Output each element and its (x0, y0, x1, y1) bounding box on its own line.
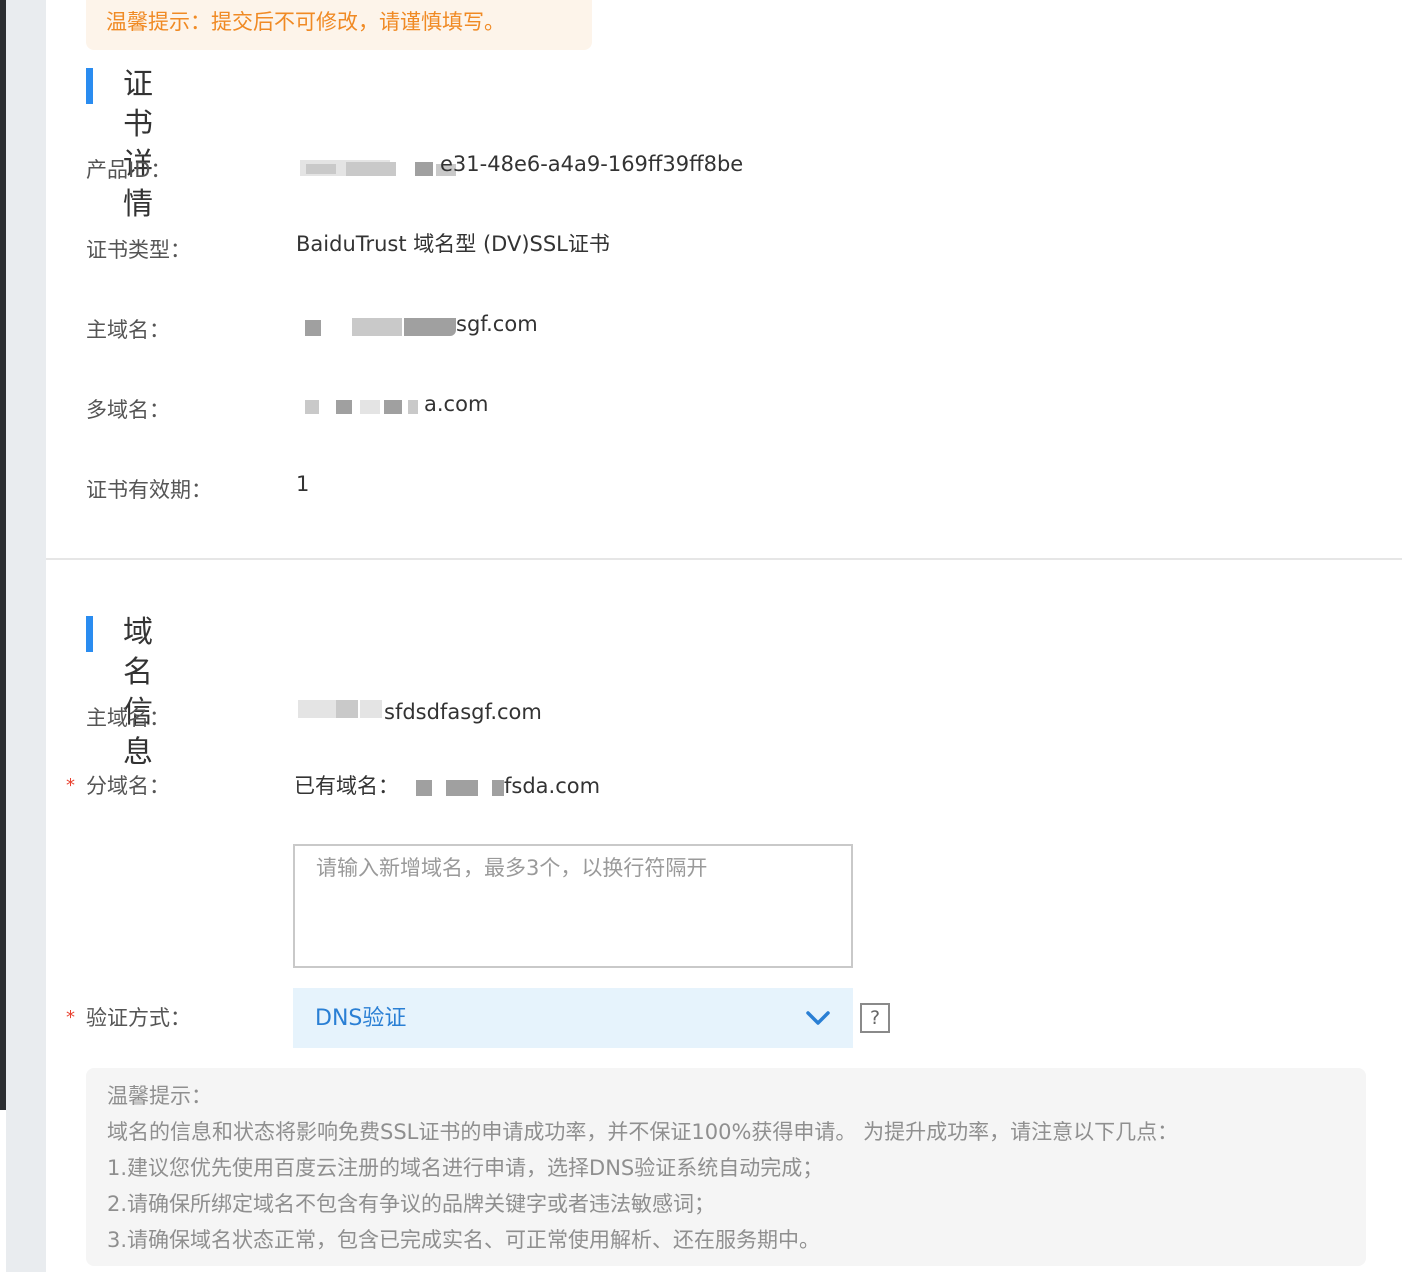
left-gutter (6, 0, 46, 1272)
product-id-value: e31-48e6-a4a9-169ff39ff8be (440, 152, 744, 176)
masked-text (415, 162, 433, 176)
validity-value: 1 (296, 472, 310, 496)
required-mark: * (66, 775, 75, 796)
masked-text (360, 700, 382, 718)
masked-text (404, 318, 456, 336)
domain-main-domain-value: sfdsdfasgf.com (384, 700, 542, 724)
notice-line: 域名的信息和状态将影响免费SSL证书的申请成功率，并不保证100%获得申请。 为… (107, 1120, 1179, 1144)
new-domain-input[interactable] (293, 844, 853, 968)
domain-section-title: 域名信息 (123, 615, 153, 770)
masked-text (492, 780, 504, 796)
existing-domain-prefix: 已有域名： (294, 774, 399, 798)
masked-text (352, 318, 402, 336)
submit-warning-tip: 温馨提示：提交后不可修改，请谨慎填写。 (86, 0, 592, 50)
verify-method-label: 验证方式： (86, 1006, 191, 1030)
masked-text (384, 400, 402, 414)
cert-type-value: BaiduTrust 域名型 (DV)SSL证书 (296, 232, 610, 256)
section-accent-bar (86, 68, 93, 104)
main-domain-label: 主域名： (86, 318, 170, 342)
validity-label: 证书有效期： (86, 478, 212, 502)
masked-text (305, 320, 321, 336)
masked-text (336, 700, 358, 718)
masked-text (416, 780, 432, 796)
verify-method-select[interactable]: DNS验证 (293, 988, 853, 1048)
masked-text (306, 164, 336, 174)
section-accent-bar (86, 616, 93, 652)
required-mark: * (66, 1007, 75, 1028)
notice-line: 3.请确保域名状态正常，包含已完成实名、可正常使用解析、还在服务期中。 (107, 1228, 821, 1252)
product-id-label: 产品ID： (86, 158, 172, 182)
masked-text (346, 162, 396, 176)
section-divider (46, 558, 1402, 560)
masked-text (336, 400, 352, 414)
notice-line: 2.请确保所绑定域名不包含有争议的品牌关键字或者违法敏感词； (107, 1192, 716, 1216)
notice-line: 温馨提示： (107, 1084, 212, 1108)
masked-text (408, 400, 418, 414)
multi-domain-value: a.com (424, 392, 489, 416)
main-domain-value: sgf.com (456, 312, 538, 336)
chevron-down-icon (806, 1011, 830, 1025)
notice-line: 1.建议您优先使用百度云注册的域名进行申请，选择DNS验证系统自动完成； (107, 1156, 824, 1180)
cert-type-label: 证书类型： (86, 238, 191, 262)
help-icon[interactable]: ? (860, 1003, 890, 1033)
existing-domain-value: fsda.com (504, 774, 601, 798)
domain-notice: 温馨提示： 域名的信息和状态将影响免费SSL证书的申请成功率，并不保证100%获… (86, 1068, 1366, 1266)
main-domain-label: 主域名： (86, 706, 170, 730)
verify-method-selected: DNS验证 (315, 1006, 407, 1031)
masked-text (446, 780, 478, 796)
multi-domain-label: 多域名： (86, 398, 170, 422)
certificate-section-title: 证书详情 (123, 67, 153, 222)
masked-text (305, 400, 319, 414)
masked-text (360, 400, 380, 414)
masked-text (298, 700, 338, 718)
sub-domain-label: 分域名： (86, 774, 170, 798)
